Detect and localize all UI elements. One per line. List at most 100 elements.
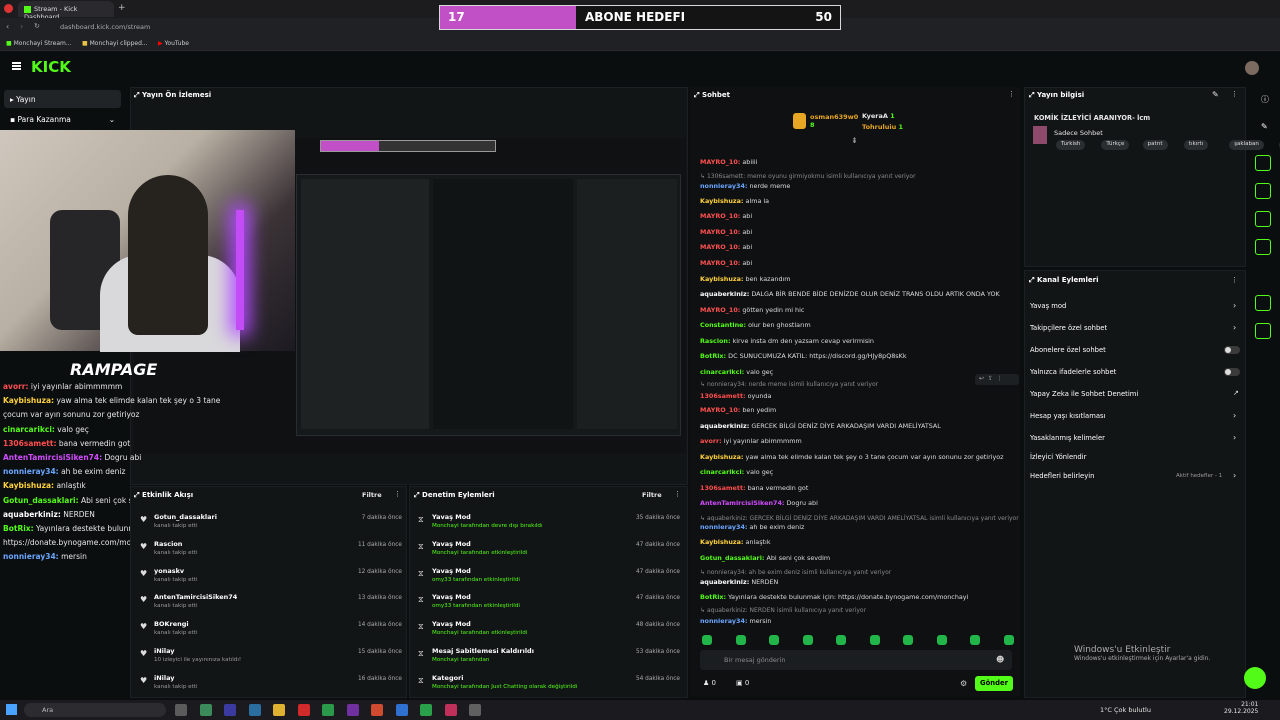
channel-action-4[interactable]: Yapay Zeka ile Sohbet Denetimi [1030, 390, 1138, 398]
chat-message[interactable]: Constantine: olur ben ghostlarım [700, 321, 811, 329]
chat-message[interactable]: Kaybishuza: alma la [700, 197, 769, 205]
taskbar-app-icon[interactable] [395, 704, 408, 716]
taskbar-app-icon[interactable] [175, 704, 187, 716]
windows-start-icon[interactable] [6, 704, 17, 715]
feed-row[interactable]: ♥ BOKrengi kanalı takip etti 14 dakika önce [134, 618, 402, 642]
feed-row[interactable]: ⧖ Yavaş Mod Monchayi tarafından devre dışı… [412, 511, 680, 535]
feed-row[interactable]: ♥ iNilay kanalı takip etti 16 dakika önce [134, 672, 402, 696]
moderation-filter-button[interactable]: Filtre [642, 491, 662, 499]
pencil-icon[interactable]: ✎ [1261, 122, 1268, 131]
chat-message[interactable]: MAYRO_10: abiiii [700, 158, 757, 166]
sidebar-item-yayin[interactable]: ▸ Yayın [4, 90, 121, 108]
emote-icon[interactable] [802, 635, 813, 645]
bookmark-item[interactable]: ■ Monchayi clipped... [82, 40, 148, 47]
chat-username[interactable]: cinarcarikci: [700, 468, 744, 476]
more-icon[interactable]: ⋮ [1231, 276, 1238, 284]
chat-message[interactable]: nonnieray34: mersin [700, 617, 771, 625]
chat-message[interactable]: MAYRO_10: abi [700, 228, 752, 236]
chevron-right-icon[interactable]: › [1233, 433, 1236, 442]
taskbar-app-icon[interactable] [420, 704, 432, 716]
chat-username[interactable]: Rascion: [700, 337, 731, 345]
chat-username[interactable]: Gotun_dassaklari: [700, 554, 764, 562]
chat-message[interactable]: MAYRO_10: abi [700, 212, 752, 220]
edit-icon[interactable]: ✎ [1212, 90, 1219, 99]
emote-icon[interactable] [836, 635, 846, 645]
chat-username[interactable]: aquaberkiniz: [700, 422, 749, 430]
feed-row[interactable]: ⧖ Kategori Monchayi tarafından Just Chatti… [412, 672, 680, 696]
quick-action-2[interactable] [1255, 183, 1271, 199]
chat-message[interactable]: ↳ aquaberkiniz: GERCEK BİLGİ DENİZ DİYE … [700, 515, 1019, 522]
taskbar-app-icon[interactable] [273, 704, 285, 716]
chat-message[interactable]: nonnieray34: ah be exim deniz [700, 523, 804, 531]
emote-icon[interactable] [702, 635, 712, 645]
category-thumbnail[interactable] [1033, 126, 1047, 144]
chat-username[interactable]: MAYRO_10: [700, 259, 740, 267]
help-chat-button[interactable] [1244, 667, 1266, 689]
emote-icon[interactable] [970, 635, 980, 645]
expand-icon[interactable]: ⤢ [694, 91, 702, 99]
gear-icon[interactable]: ⚙ [960, 679, 967, 688]
chat-username[interactable]: nonnieray34: [700, 523, 747, 531]
channel-action-5[interactable]: Hesap yaşı kısıtlaması [1030, 412, 1105, 420]
message-actions[interactable]: ↩ ⇪ ⋮ [975, 374, 1019, 385]
browser-tab-kick[interactable]: Stream - Kick Dashboard [18, 1, 114, 21]
chat-username[interactable]: nonnieray34: [700, 617, 747, 625]
chat-message[interactable]: BotRix: Yayınlara destekte bulunmak için… [700, 593, 968, 601]
external-link-icon[interactable]: ↗ [1233, 389, 1239, 397]
taskbar-app-icon[interactable] [297, 704, 310, 716]
browser-menu-icon[interactable] [4, 4, 13, 13]
feed-row[interactable]: ♥ iNilay 10 izleyici ile yayınınıza katıld… [134, 645, 402, 669]
chat-message[interactable]: BotRix: DC SUNUCUMUZA KATIL: https://dis… [700, 352, 907, 360]
quick-action-1[interactable] [1255, 155, 1271, 171]
weather-text[interactable]: 1°C Çok bulutlu [1100, 706, 1151, 714]
reload-icon[interactable]: ↻ [34, 22, 40, 30]
quick-action-6[interactable] [1255, 323, 1271, 339]
pin-icon[interactable]: ⇟ [851, 136, 858, 145]
chat-username[interactable]: Kaybishuza: [700, 197, 744, 205]
taskbar-app-icon[interactable] [346, 704, 359, 716]
chat-message-input[interactable]: Bir mesaj gönderin [700, 650, 1012, 670]
channel-action-3[interactable]: Yalnızca ifadelerle sohbet [1030, 368, 1116, 376]
feed-row[interactable]: ⧖ Mesaj Sabitlemesi Kaldırıldı Monchayi ta… [412, 645, 680, 669]
taskbar-app-icon[interactable] [248, 704, 261, 716]
chat-username[interactable]: BotRix: [700, 352, 726, 360]
toggle-switch[interactable] [1224, 368, 1240, 376]
chat-message[interactable]: ↳ nonnieray34: nerde meme isimli kullanı… [700, 381, 878, 388]
info-icon[interactable]: ⓘ [1261, 94, 1269, 105]
chat-username[interactable]: MAYRO_10: [700, 158, 740, 166]
tag-chip[interactable]: şaklaban [1229, 140, 1264, 150]
expand-icon[interactable]: ⤢ [1029, 91, 1037, 99]
feed-row[interactable]: ⧖ Yavaş Mod Monchayi tarafından etkinleşti… [412, 618, 680, 642]
chat-message[interactable]: 1306samett: bana vermedin got [700, 484, 808, 492]
chevron-right-icon[interactable]: › [1233, 301, 1236, 310]
chat-message[interactable]: ↳ aquaberkiniz: NERDEN isimli kullanıcıy… [700, 607, 866, 614]
chat-username[interactable]: MAYRO_10: [700, 243, 740, 251]
hamburger-menu-icon[interactable] [12, 62, 21, 70]
expand-icon[interactable]: ⤢ [414, 491, 422, 499]
more-icon[interactable]: ⋮ [1231, 90, 1238, 98]
channel-action-2[interactable]: Abonelere özel sohbet [1030, 346, 1106, 354]
back-icon[interactable]: ‹ [6, 22, 9, 31]
channel-action-6[interactable]: Yasaklanmış kelimeler [1030, 434, 1105, 442]
category-name[interactable]: Sadece Sohbet [1054, 129, 1103, 137]
chat-message[interactable]: aquaberkiniz: GERCEK BİLGİ DENİZ DİYE AR… [700, 422, 941, 430]
chat-message[interactable]: AntenTamircisiSiken74: Dogru abi [700, 499, 818, 507]
feed-row[interactable]: ♥ Gotun_dassaklari kanalı takip etti 7 daki… [134, 511, 402, 535]
chat-message[interactable]: MAYRO_10: abi [700, 259, 752, 267]
quick-action-3[interactable] [1255, 211, 1271, 227]
chat-username[interactable]: MAYRO_10: [700, 406, 740, 414]
chat-username[interactable]: MAYRO_10: [700, 212, 740, 220]
send-button[interactable]: Gönder [975, 676, 1013, 691]
chat-username[interactable]: Constantine: [700, 321, 746, 329]
clock[interactable]: 21:01 29.12.2025 [1224, 701, 1258, 715]
chat-message[interactable]: ↳ nonnieray34: ah be exim deniz isimli k… [700, 569, 891, 576]
expand-icon[interactable]: ⤢ [134, 91, 142, 99]
chat-message[interactable]: Rascion: kirve insta dm den yazsam cevap… [700, 337, 874, 345]
toggle-switch[interactable] [1224, 346, 1240, 354]
chat-username[interactable]: AntenTamircisiSiken74: [700, 499, 784, 507]
quick-action-5[interactable] [1255, 295, 1271, 311]
taskbar-search[interactable]: Ara [24, 703, 166, 717]
tag-chip[interactable]: Turkish [1056, 140, 1086, 150]
emote-icon[interactable] [735, 635, 746, 645]
chat-message[interactable]: MAYRO_10: götten yedin mi hic [700, 306, 804, 314]
